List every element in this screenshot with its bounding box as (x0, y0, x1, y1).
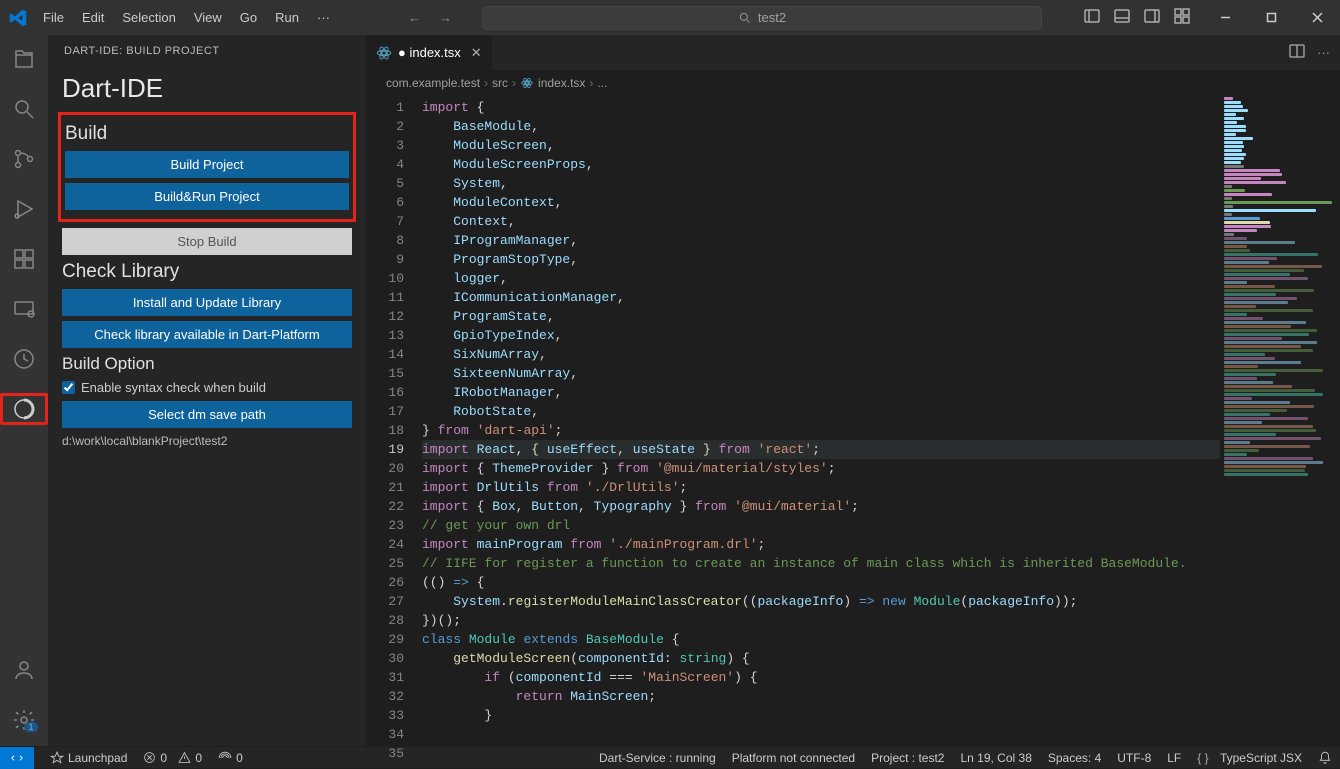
settings-icon[interactable]: 1 (0, 704, 48, 736)
build-run-project-button[interactable]: Build&Run Project (65, 183, 349, 210)
tab-index-tsx[interactable]: ● index.tsx ✕ (366, 35, 492, 70)
extensions-icon[interactable] (0, 243, 48, 275)
nav-forward-icon[interactable]: → (439, 10, 452, 25)
syntax-check-checkbox[interactable] (62, 381, 75, 394)
search-icon[interactable] (0, 93, 48, 125)
syntax-check-option[interactable]: Enable syntax check when build (62, 380, 352, 395)
statusbar: Launchpad 0 0 0 Dart-Service : running P… (0, 746, 1340, 768)
editor-actions: ··· (1279, 35, 1340, 70)
sidebar: DART-IDE: BUILD PROJECT Dart-IDE Build B… (48, 35, 366, 746)
cursor-position[interactable]: Ln 19, Col 38 (952, 751, 1039, 765)
sidebar-header: DART-IDE: BUILD PROJECT (48, 35, 366, 63)
remote-indicator[interactable] (0, 747, 34, 769)
syntax-check-label: Enable syntax check when build (81, 380, 266, 395)
language-status[interactable]: { } TypeScript JSX (1189, 751, 1310, 765)
dart-ide-icon[interactable] (0, 393, 48, 425)
code-content[interactable]: import { BaseModule, ModuleScreen, Modul… (422, 96, 1220, 746)
build-project-button[interactable]: Build Project (65, 151, 349, 178)
titlebar: File Edit Selection View Go Run ··· ← → … (0, 0, 1340, 35)
menu-selection[interactable]: Selection (114, 4, 183, 31)
launchpad-status[interactable]: Launchpad (42, 751, 135, 765)
project-status[interactable]: Project : test2 (863, 751, 952, 765)
toggle-panel-icon[interactable] (1114, 8, 1130, 27)
editor-tabs: ● index.tsx ✕ ··· (366, 35, 1340, 70)
check-library-heading: Check Library (62, 261, 352, 283)
build-section-highlight: Build Build Project Build&Run Project (58, 112, 356, 222)
problems-status[interactable]: 0 0 (135, 751, 210, 765)
menu-edit[interactable]: Edit (74, 4, 112, 31)
platform-status[interactable]: Platform not connected (724, 751, 863, 765)
stop-build-button[interactable]: Stop Build (62, 228, 352, 255)
build-heading: Build (65, 123, 349, 145)
select-dm-save-path-button[interactable]: Select dm save path (62, 401, 352, 428)
tab-close-icon[interactable]: ✕ (471, 45, 482, 61)
menu-bar: File Edit Selection View Go Run ··· (35, 4, 338, 31)
command-center[interactable]: test2 (482, 6, 1042, 30)
account-icon[interactable] (0, 654, 48, 686)
indentation-status[interactable]: Spaces: 4 (1040, 751, 1109, 765)
minimap[interactable] (1220, 96, 1340, 746)
editor-area: ● index.tsx ✕ ··· com.example.test› src›… (366, 35, 1340, 746)
minimize-button[interactable] (1202, 0, 1248, 35)
maximize-button[interactable] (1248, 0, 1294, 35)
panel-title: Dart-IDE (62, 73, 352, 104)
menu-file[interactable]: File (35, 4, 72, 31)
menu-go[interactable]: Go (232, 4, 265, 31)
dart-service-status[interactable]: Dart-Service : running (591, 751, 724, 765)
customize-layout-icon[interactable] (1174, 8, 1190, 27)
menu-more[interactable]: ··· (309, 4, 338, 31)
close-button[interactable] (1294, 0, 1340, 35)
tab-label: ● index.tsx (398, 45, 461, 60)
vscode-logo-icon (0, 9, 35, 27)
activity-bar: 1 (0, 35, 48, 746)
run-debug-icon[interactable] (0, 193, 48, 225)
search-text: test2 (758, 10, 786, 25)
breadcrumb[interactable]: com.example.test› src› index.tsx› ... (366, 70, 1340, 96)
notifications-icon[interactable] (1310, 751, 1340, 765)
scm-icon[interactable] (0, 143, 48, 175)
toggle-secondary-sidebar-icon[interactable] (1144, 8, 1160, 27)
split-editor-icon[interactable] (1289, 43, 1305, 62)
save-path-text: d:\work\local\blankProject\test2 (62, 434, 352, 448)
build-option-heading: Build Option (62, 354, 352, 374)
layout-controls (1084, 8, 1190, 27)
timeline-icon[interactable] (0, 343, 48, 375)
menu-run[interactable]: Run (267, 4, 307, 31)
line-gutter: 1234567891011121314151617181920212223242… (366, 96, 422, 746)
nav-arrows: ← → (408, 10, 452, 25)
eol-status[interactable]: LF (1159, 751, 1189, 765)
nav-back-icon[interactable]: ← (408, 10, 421, 25)
toggle-primary-sidebar-icon[interactable] (1084, 8, 1100, 27)
install-update-library-button[interactable]: Install and Update Library (62, 289, 352, 316)
ports-status[interactable]: 0 (210, 751, 251, 765)
code-editor[interactable]: 1234567891011121314151617181920212223242… (366, 96, 1340, 746)
window-controls (1202, 0, 1340, 35)
more-actions-icon[interactable]: ··· (1317, 45, 1330, 60)
explorer-icon[interactable] (0, 43, 48, 75)
check-library-available-button[interactable]: Check library available in Dart-Platform (62, 321, 352, 348)
menu-view[interactable]: View (186, 4, 230, 31)
remote-explorer-icon[interactable] (0, 293, 48, 325)
encoding-status[interactable]: UTF-8 (1109, 751, 1159, 765)
